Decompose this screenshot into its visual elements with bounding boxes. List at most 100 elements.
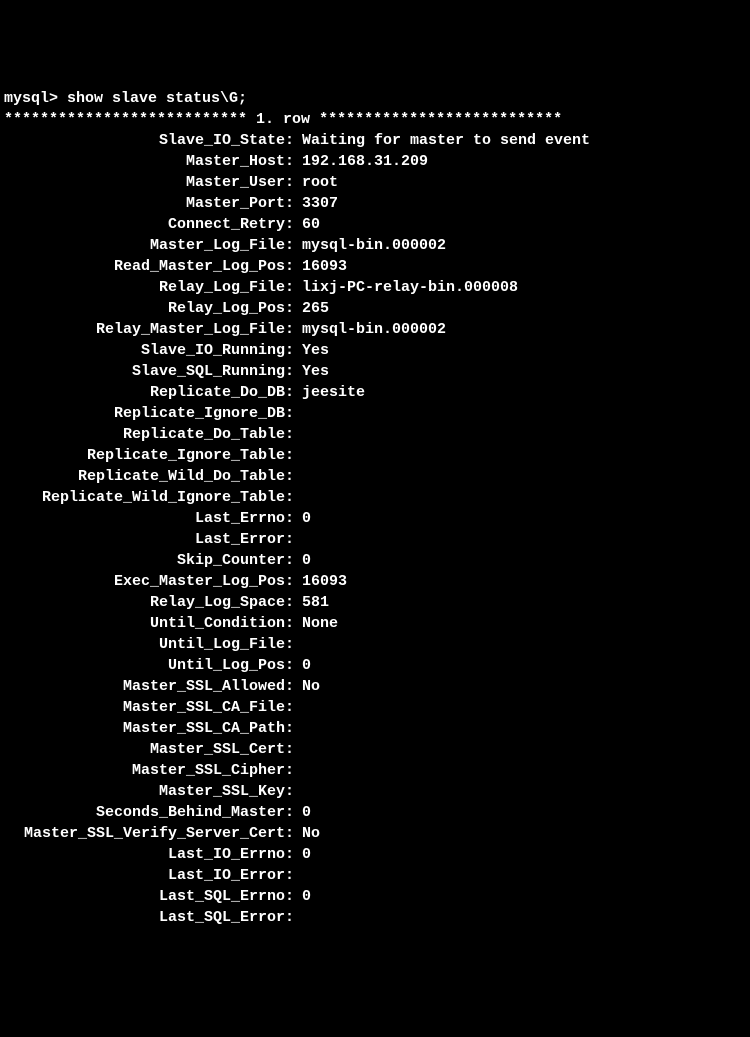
status-label: Replicate_Wild_Do_Table:: [4, 466, 294, 487]
status-label: Connect_Retry:: [4, 214, 294, 235]
status-value: No: [294, 676, 320, 697]
status-label: Relay_Log_Pos:: [4, 298, 294, 319]
status-row: Replicate_Do_DB:jeesite: [4, 382, 750, 403]
status-label: Last_Errno:: [4, 508, 294, 529]
status-value: 0: [294, 508, 311, 529]
status-label: Last_IO_Error:: [4, 865, 294, 886]
status-row: Last_Errno:0: [4, 508, 750, 529]
status-row: Master_Log_File:mysql-bin.000002: [4, 235, 750, 256]
status-value: 192.168.31.209: [294, 151, 428, 172]
status-label: Slave_IO_Running:: [4, 340, 294, 361]
status-label: Replicate_Ignore_DB:: [4, 403, 294, 424]
status-label: Slave_SQL_Running:: [4, 361, 294, 382]
status-label: Read_Master_Log_Pos:: [4, 256, 294, 277]
status-label: Last_SQL_Errno:: [4, 886, 294, 907]
status-row: Connect_Retry:60: [4, 214, 750, 235]
status-value: root: [294, 172, 338, 193]
status-value: 0: [294, 655, 311, 676]
status-label: Relay_Log_Space:: [4, 592, 294, 613]
status-value: 0: [294, 844, 311, 865]
status-row: Relay_Log_Pos:265: [4, 298, 750, 319]
status-label: Master_Port:: [4, 193, 294, 214]
status-label: Master_SSL_CA_File:: [4, 697, 294, 718]
status-value: None: [294, 613, 338, 634]
status-row: Relay_Log_File:lixj-PC-relay-bin.000008: [4, 277, 750, 298]
status-row: Master_SSL_Allowed:No: [4, 676, 750, 697]
status-label: Master_User:: [4, 172, 294, 193]
status-label: Last_SQL_Error:: [4, 907, 294, 928]
status-label: Replicate_Do_Table:: [4, 424, 294, 445]
status-value: 16093: [294, 571, 347, 592]
status-value: 265: [294, 298, 329, 319]
header-prefix: ***************************: [4, 111, 247, 128]
status-label: Replicate_Wild_Ignore_Table:: [4, 487, 294, 508]
status-row: Seconds_Behind_Master:0: [4, 802, 750, 823]
status-value: jeesite: [294, 382, 365, 403]
status-row: Exec_Master_Log_Pos:16093: [4, 571, 750, 592]
status-row: Master_User:root: [4, 172, 750, 193]
status-row: Master_SSL_Cipher:: [4, 760, 750, 781]
status-value: Yes: [294, 361, 329, 382]
status-row: Last_Error:: [4, 529, 750, 550]
status-row: Replicate_Wild_Do_Table:: [4, 466, 750, 487]
status-row: Master_SSL_Key:: [4, 781, 750, 802]
status-label: Master_SSL_CA_Path:: [4, 718, 294, 739]
status-row: Relay_Log_Space:581: [4, 592, 750, 613]
status-row: Read_Master_Log_Pos:16093: [4, 256, 750, 277]
status-row: Replicate_Do_Table:: [4, 424, 750, 445]
status-label: Relay_Log_File:: [4, 277, 294, 298]
row-header: *************************** 1. row *****…: [4, 109, 750, 130]
status-rows: Slave_IO_State:Waiting for master to sen…: [4, 130, 750, 928]
status-value: 3307: [294, 193, 338, 214]
status-row: Relay_Master_Log_File:mysql-bin.000002: [4, 319, 750, 340]
status-label: Last_Error:: [4, 529, 294, 550]
status-label: Until_Log_Pos:: [4, 655, 294, 676]
status-value: 0: [294, 802, 311, 823]
status-label: Master_SSL_Cert:: [4, 739, 294, 760]
status-value: mysql-bin.000002: [294, 235, 446, 256]
status-row: Slave_IO_State:Waiting for master to sen…: [4, 130, 750, 151]
status-value: lixj-PC-relay-bin.000008: [294, 277, 518, 298]
status-row: Replicate_Wild_Ignore_Table:: [4, 487, 750, 508]
status-value: 0: [294, 550, 311, 571]
status-row: Master_SSL_Verify_Server_Cert:No: [4, 823, 750, 844]
status-label: Until_Log_File:: [4, 634, 294, 655]
status-value: 16093: [294, 256, 347, 277]
status-row: Skip_Counter:0: [4, 550, 750, 571]
status-value: Waiting for master to send event: [294, 130, 590, 151]
status-value: Yes: [294, 340, 329, 361]
status-label: Master_Host:: [4, 151, 294, 172]
status-row: Slave_IO_Running:Yes: [4, 340, 750, 361]
status-row: Last_SQL_Error:: [4, 907, 750, 928]
status-value: mysql-bin.000002: [294, 319, 446, 340]
status-row: Until_Log_File:: [4, 634, 750, 655]
status-label: Last_IO_Errno:: [4, 844, 294, 865]
status-row: Last_IO_Error:: [4, 865, 750, 886]
status-label: Replicate_Do_DB:: [4, 382, 294, 403]
status-value: No: [294, 823, 320, 844]
status-row: Until_Log_Pos:0: [4, 655, 750, 676]
status-row: Master_Host:192.168.31.209: [4, 151, 750, 172]
status-label: Replicate_Ignore_Table:: [4, 445, 294, 466]
status-row: Last_IO_Errno:0: [4, 844, 750, 865]
status-label: Master_SSL_Allowed:: [4, 676, 294, 697]
status-row: Last_SQL_Errno:0: [4, 886, 750, 907]
status-row: Master_SSL_CA_File:: [4, 697, 750, 718]
status-value: 0: [294, 886, 311, 907]
status-label: Master_Log_File:: [4, 235, 294, 256]
status-label: Master_SSL_Cipher:: [4, 760, 294, 781]
status-row: Slave_SQL_Running:Yes: [4, 361, 750, 382]
status-value: 60: [294, 214, 320, 235]
status-row: Replicate_Ignore_DB:: [4, 403, 750, 424]
status-row: Replicate_Ignore_Table:: [4, 445, 750, 466]
prompt-line: mysql> show slave status\G;: [4, 88, 750, 109]
status-label: Until_Condition:: [4, 613, 294, 634]
status-label: Master_SSL_Verify_Server_Cert:: [4, 823, 294, 844]
status-row: Master_Port:3307: [4, 193, 750, 214]
header-suffix: ***************************: [319, 111, 562, 128]
status-label: Slave_IO_State:: [4, 130, 294, 151]
status-label: Exec_Master_Log_Pos:: [4, 571, 294, 592]
status-label: Skip_Counter:: [4, 550, 294, 571]
status-row: Until_Condition:None: [4, 613, 750, 634]
header-center: 1. row: [247, 111, 319, 128]
